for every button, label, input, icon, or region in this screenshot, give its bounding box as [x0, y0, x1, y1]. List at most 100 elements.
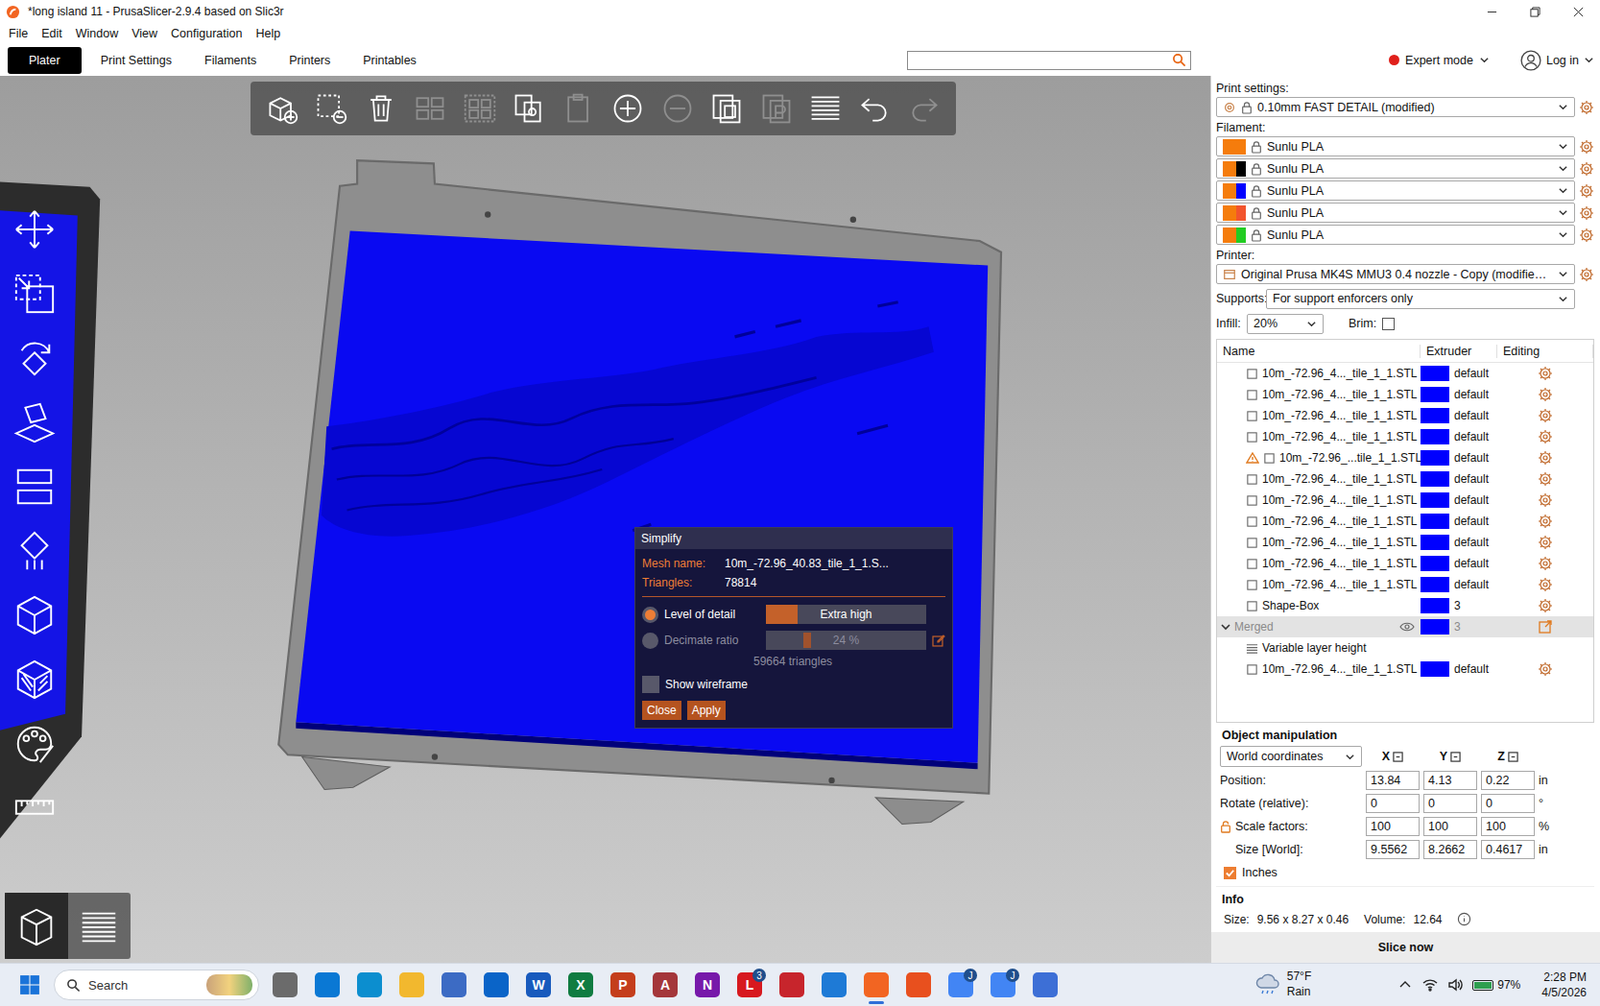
filament-color-swatch[interactable]	[1222, 205, 1246, 221]
split-objects-button[interactable]	[706, 88, 747, 129]
supports-dropdown[interactable]: For support enforcers only	[1265, 288, 1576, 310]
gear-icon[interactable]	[1537, 429, 1553, 445]
object-list-row[interactable]: 10m_-72.96_4..._tile_1_1.STL default	[1217, 510, 1594, 532]
column-header[interactable]: Extruder	[1420, 344, 1498, 359]
menu-item[interactable]: Help	[248, 24, 287, 43]
object-list-row[interactable]: 10m_-72.96_4..._tile_1_1.STL default	[1217, 405, 1594, 427]
object-list-row[interactable]: 10m_-72.96_4..._tile_1_1.STL default	[1217, 573, 1594, 596]
object-list-row[interactable]: 10m_-72.96_4..._tile_1_1.STL default	[1217, 362, 1594, 384]
checkbox[interactable]	[642, 675, 660, 693]
supports-gizmo-button[interactable]	[9, 525, 60, 576]
extruder-swatch[interactable]	[1420, 661, 1450, 677]
3d-canvas[interactable]: Simplify Mesh name: 10m_-72.96_40.83_til…	[0, 75, 1211, 963]
filament-color-swatch[interactable]	[1222, 183, 1246, 199]
tab[interactable]: Plater	[7, 47, 82, 74]
object-list-row[interactable]: 10m_-72.96_...tile_1_1.STL default	[1217, 447, 1594, 469]
preview-button[interactable]	[68, 892, 132, 959]
value-field[interactable]: 0	[1365, 793, 1420, 813]
burst-taskbar-button[interactable]	[897, 963, 940, 1006]
word-taskbar-button[interactable]: W	[517, 963, 560, 1006]
tab[interactable]: Print Settings	[87, 47, 186, 73]
mode-selector[interactable]: Expert mode	[1388, 53, 1490, 68]
place-on-face-gizmo-button[interactable]	[9, 397, 60, 448]
menu-item[interactable]: Edit	[34, 24, 70, 43]
inches-checkbox[interactable]	[1223, 866, 1237, 880]
remove-instance-button[interactable]	[657, 88, 698, 129]
search-field[interactable]	[907, 50, 1192, 71]
gear-icon[interactable]	[1578, 139, 1595, 155]
extruder-swatch[interactable]	[1420, 492, 1450, 508]
terrain-model[interactable]	[295, 230, 988, 763]
gear-icon[interactable]	[1578, 161, 1595, 177]
chrome-taskbar-button[interactable]: J	[981, 963, 1025, 1006]
add-button[interactable]	[262, 88, 303, 129]
clock[interactable]: 2:28 PM 4/5/2026	[1541, 969, 1587, 1001]
filament-dropdown[interactable]: Sunlu PLA	[1216, 202, 1576, 223]
inches-toggle[interactable]: Inches	[1216, 860, 1595, 884]
gear-icon[interactable]	[1537, 450, 1553, 466]
info-icon[interactable]	[1456, 911, 1472, 927]
login-button[interactable]: Log in	[1520, 49, 1595, 72]
gear-icon[interactable]	[1578, 205, 1595, 221]
filament-dropdown[interactable]: Sunlu PLA	[1216, 224, 1576, 245]
extruder-swatch[interactable]	[1420, 534, 1450, 550]
arrange-selection-button[interactable]	[459, 88, 501, 129]
neighbour-object[interactable]	[0, 181, 100, 838]
show-hidden-icons-icon[interactable]	[1397, 977, 1413, 993]
edge-taskbar-button[interactable]	[348, 963, 391, 1006]
object-list-row[interactable]: Variable layer height	[1217, 637, 1594, 659]
value-field[interactable]: 0.22	[1480, 770, 1535, 790]
printer-dropdown[interactable]: Original Prusa MK4S MMU3 0.4 nozzle - Co…	[1216, 263, 1576, 285]
scale-lock-icon[interactable]	[1219, 819, 1232, 834]
3d-view-button[interactable]	[4, 892, 69, 959]
extruder-swatch[interactable]	[1420, 555, 1450, 572]
red-app-taskbar-button[interactable]	[770, 963, 813, 1006]
extruder-swatch[interactable]	[1420, 576, 1450, 593]
extruder-swatch[interactable]	[1420, 407, 1450, 424]
close-button[interactable]	[1556, 0, 1600, 24]
extruder-swatch[interactable]	[1420, 386, 1450, 403]
axis-reset-icon[interactable]	[1507, 751, 1519, 763]
menu-item[interactable]: Configuration	[164, 24, 249, 43]
infill-dropdown[interactable]: 20%	[1246, 313, 1324, 335]
object-list-row[interactable]: Shape-Box 3	[1217, 595, 1594, 617]
filament-color-swatch[interactable]	[1222, 161, 1246, 177]
weather-widget[interactable]: 57°F Rain	[1254, 969, 1312, 1000]
todo-taskbar-button[interactable]	[1024, 963, 1067, 1006]
filament-dropdown[interactable]: Sunlu PLA	[1216, 180, 1576, 201]
value-field[interactable]: 0	[1480, 793, 1535, 813]
rotate-gizmo-button[interactable]	[9, 333, 60, 383]
measure-gizmo-button[interactable]	[9, 783, 60, 834]
publisher-taskbar-button[interactable]	[812, 963, 856, 1006]
axis-reset-icon[interactable]	[1450, 751, 1461, 763]
cut-gizmo-button[interactable]	[9, 461, 60, 512]
tab[interactable]: Printers	[275, 47, 344, 73]
coordinate-system-dropdown[interactable]: World coordinates	[1219, 745, 1362, 767]
copy-button[interactable]	[508, 88, 550, 129]
gear-icon[interactable]	[1578, 99, 1595, 116]
value-field[interactable]: 100	[1365, 816, 1420, 836]
simplify-option[interactable]: Decimate ratio 24 %	[642, 628, 946, 652]
gear-icon[interactable]	[1537, 471, 1553, 487]
gear-icon[interactable]	[1537, 555, 1553, 572]
redo-button[interactable]	[904, 88, 945, 129]
object-list-row[interactable]: 10m_-72.96_4..._tile_1_1.STL default	[1217, 658, 1594, 680]
warning-icon[interactable]	[1245, 452, 1260, 464]
gear-icon[interactable]	[1578, 266, 1595, 283]
powerpoint-taskbar-button[interactable]: P	[601, 963, 645, 1006]
object-list-row[interactable]: 10m_-72.96_4..._tile_1_1.STL default	[1217, 489, 1594, 511]
object-list-row[interactable]: 10m_-72.96_4..._tile_1_1.STL default	[1217, 426, 1594, 448]
delete-all-button[interactable]	[360, 88, 402, 129]
brim-checkbox[interactable]	[1382, 317, 1395, 331]
menu-item[interactable]: File	[1, 24, 35, 43]
dialog-button[interactable]: Close	[642, 700, 682, 720]
edit-object-icon[interactable]	[1537, 619, 1553, 635]
prusaslicer-taskbar-button[interactable]	[855, 963, 898, 1006]
extruder-swatch[interactable]	[1420, 450, 1450, 466]
collapse-icon[interactable]	[1220, 621, 1231, 632]
volume-icon[interactable]	[1447, 977, 1463, 993]
slice-now-button[interactable]: Slice now	[1211, 931, 1600, 963]
paste-button[interactable]	[558, 88, 599, 129]
filament-color-swatch[interactable]	[1222, 139, 1246, 155]
extruder-swatch[interactable]	[1420, 365, 1450, 382]
